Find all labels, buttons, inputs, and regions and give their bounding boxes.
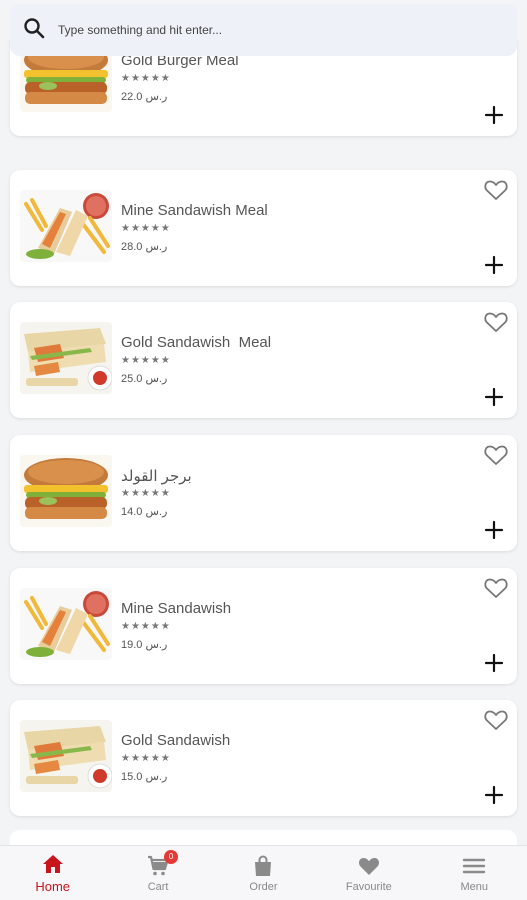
rating-stars: ★★★★★ [121,621,171,632]
shopping-bag-icon [255,855,272,876]
nav-order-label: Order [249,880,278,893]
product-image [20,322,112,394]
heart-outline-icon[interactable] [483,708,509,732]
product-price: 14.0 ر.س [121,506,168,518]
search-icon[interactable] [22,16,46,45]
product-title: Gold Sandawish Meal [121,334,272,351]
rating-stars: ★★★★★ [121,488,171,499]
heart-outline-icon[interactable] [483,178,509,202]
nav-cart[interactable]: 0 Cart [108,849,208,893]
product-card-partial[interactable] [10,830,517,845]
heart-outline-icon[interactable] [483,310,509,334]
heart-outline-icon[interactable] [483,443,509,467]
rating-stars: ★★★★★ [121,73,171,84]
product-card[interactable]: Mine Sandawish Meal ★★★★★ 28.0 ر.س [10,170,517,286]
product-image [20,190,112,262]
product-card[interactable]: Mine Sandawish ★★★★★ 19.0 ر.س [10,568,517,684]
nav-favourite[interactable]: Favourite [319,854,419,893]
nav-order[interactable]: Order [213,854,313,893]
rating-stars: ★★★★★ [121,355,171,366]
product-price: 15.0 ر.س [121,771,168,783]
nav-home-label: Home [35,879,71,894]
plus-icon[interactable] [483,104,505,126]
nav-cart-label: Cart [147,880,169,893]
plus-icon[interactable] [483,254,505,276]
search-bar [10,4,517,56]
product-image [20,720,112,792]
plus-icon[interactable] [483,519,505,541]
product-title: Mine Sandawish Meal [121,202,268,219]
nav-favourite-label: Favourite [345,880,392,893]
product-title: Gold Sandawish [121,732,231,749]
product-card[interactable]: Gold Sandawish Meal ★★★★★ 25.0 ر.س [10,302,517,418]
product-price: 19.0 ر.س [121,639,168,651]
cart-badge: 0 [164,849,179,864]
product-title: Mine Sandawish [121,600,232,617]
product-title: برجر القولد [121,468,192,485]
product-image [20,455,112,527]
home-icon [42,855,63,873]
product-list: Gold Burger Meal ★★★★★ 22.0 ر.س Mine San… [0,40,527,845]
hamburger-menu-icon [463,858,486,873]
product-image [20,588,112,660]
product-price: 25.0 ر.س [121,373,168,385]
heart-icon [358,857,379,875]
bottom-navigation: Home 0 Cart Order Favourite Menu [0,845,527,900]
product-card[interactable]: Gold Sandawish ★★★★★ 15.0 ر.س [10,700,517,816]
nav-home[interactable]: Home [3,852,103,894]
heart-outline-icon[interactable] [483,576,509,600]
product-card[interactable]: برجر القولد ★★★★★ 14.0 ر.س [10,435,517,551]
plus-icon[interactable] [483,386,505,408]
plus-icon[interactable] [483,784,505,806]
product-price: 22.0 ر.س [121,91,168,103]
search-input[interactable] [58,23,478,37]
rating-stars: ★★★★★ [121,753,171,764]
plus-icon[interactable] [483,652,505,674]
nav-menu[interactable]: Menu [424,854,524,893]
rating-stars: ★★★★★ [121,223,171,234]
nav-menu-label: Menu [460,880,489,893]
product-price: 28.0 ر.س [121,241,168,253]
